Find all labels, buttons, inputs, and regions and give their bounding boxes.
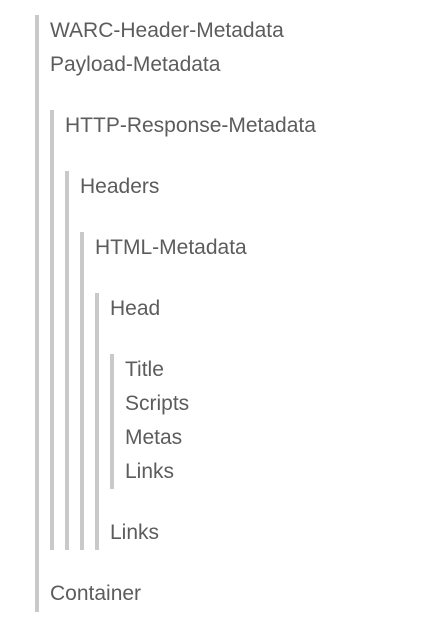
node-scripts: Scripts: [125, 392, 190, 415]
level-6-bar: [110, 354, 114, 489]
node-metas: Metas: [125, 426, 183, 449]
node-head-links: Links: [125, 460, 175, 483]
level-4-bar: [80, 232, 84, 550]
node-title: Title: [125, 358, 164, 381]
node-links: Links: [110, 521, 160, 544]
level-2-bar: [50, 110, 54, 550]
node-headers: Headers: [80, 175, 160, 198]
node-html-metadata: HTML-Metadata: [95, 236, 247, 259]
node-container: Container: [50, 582, 142, 605]
node-payload-metadata: Payload-Metadata: [50, 53, 221, 76]
node-http-response-metadata: HTTP-Response-Metadata: [65, 114, 316, 137]
level-3-bar: [65, 171, 69, 550]
level-1-bar: [35, 15, 39, 612]
level-5-bar: [95, 293, 99, 550]
node-warc-header-metadata: WARC-Header-Metadata: [50, 19, 284, 42]
metadata-tree: WARC-Header-Metadata Payload-Metadata HT…: [0, 0, 429, 636]
node-head: Head: [110, 297, 161, 320]
